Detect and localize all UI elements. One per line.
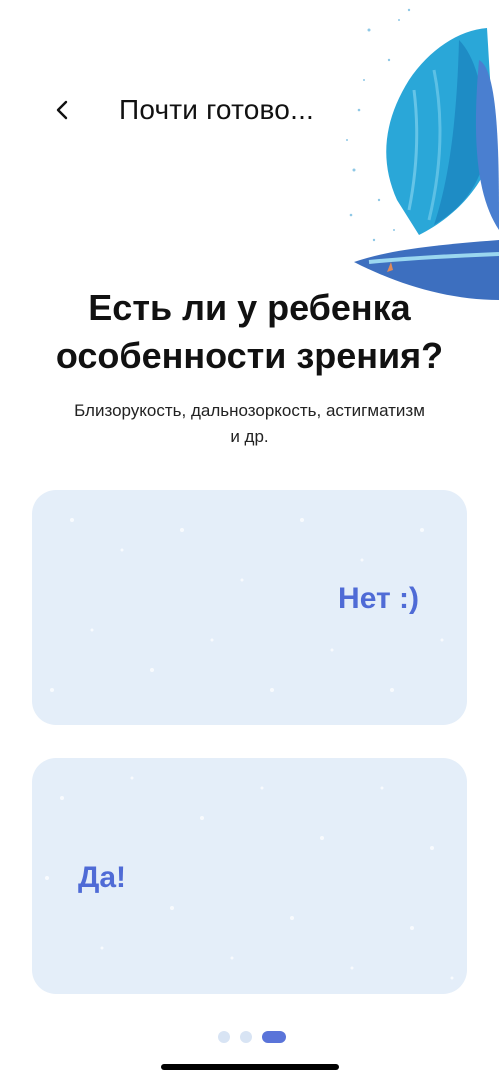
option-no-label: Нет :) xyxy=(338,582,419,615)
option-yes-button[interactable]: Да! xyxy=(32,758,467,994)
page-dot-2 xyxy=(240,1031,252,1043)
back-button[interactable] xyxy=(44,92,80,128)
subtitle-line-1: Близорукость, дальнозоркость, астигматиз… xyxy=(74,401,425,420)
question-line-1: Есть ли у ребенка xyxy=(88,287,411,328)
question-line-2: особенности зрения? xyxy=(55,335,444,376)
home-indicator[interactable] xyxy=(161,1064,339,1070)
option-yes-label: Да! xyxy=(78,861,127,894)
header-title: Почти готово... xyxy=(119,94,315,125)
page-dot-3-active xyxy=(262,1031,286,1043)
chevron-left-icon xyxy=(56,100,68,120)
option-no-button[interactable]: Нет :) xyxy=(32,490,467,725)
bird-illustration xyxy=(346,8,499,300)
subtitle-line-2: и др. xyxy=(230,427,269,446)
page-dot-1 xyxy=(218,1031,230,1043)
page-indicator xyxy=(218,1031,286,1043)
question-subtitle: Близорукость, дальнозоркость, астигматиз… xyxy=(20,398,479,450)
question-heading: Есть ли у ребенка особенности зрения? xyxy=(0,284,499,380)
